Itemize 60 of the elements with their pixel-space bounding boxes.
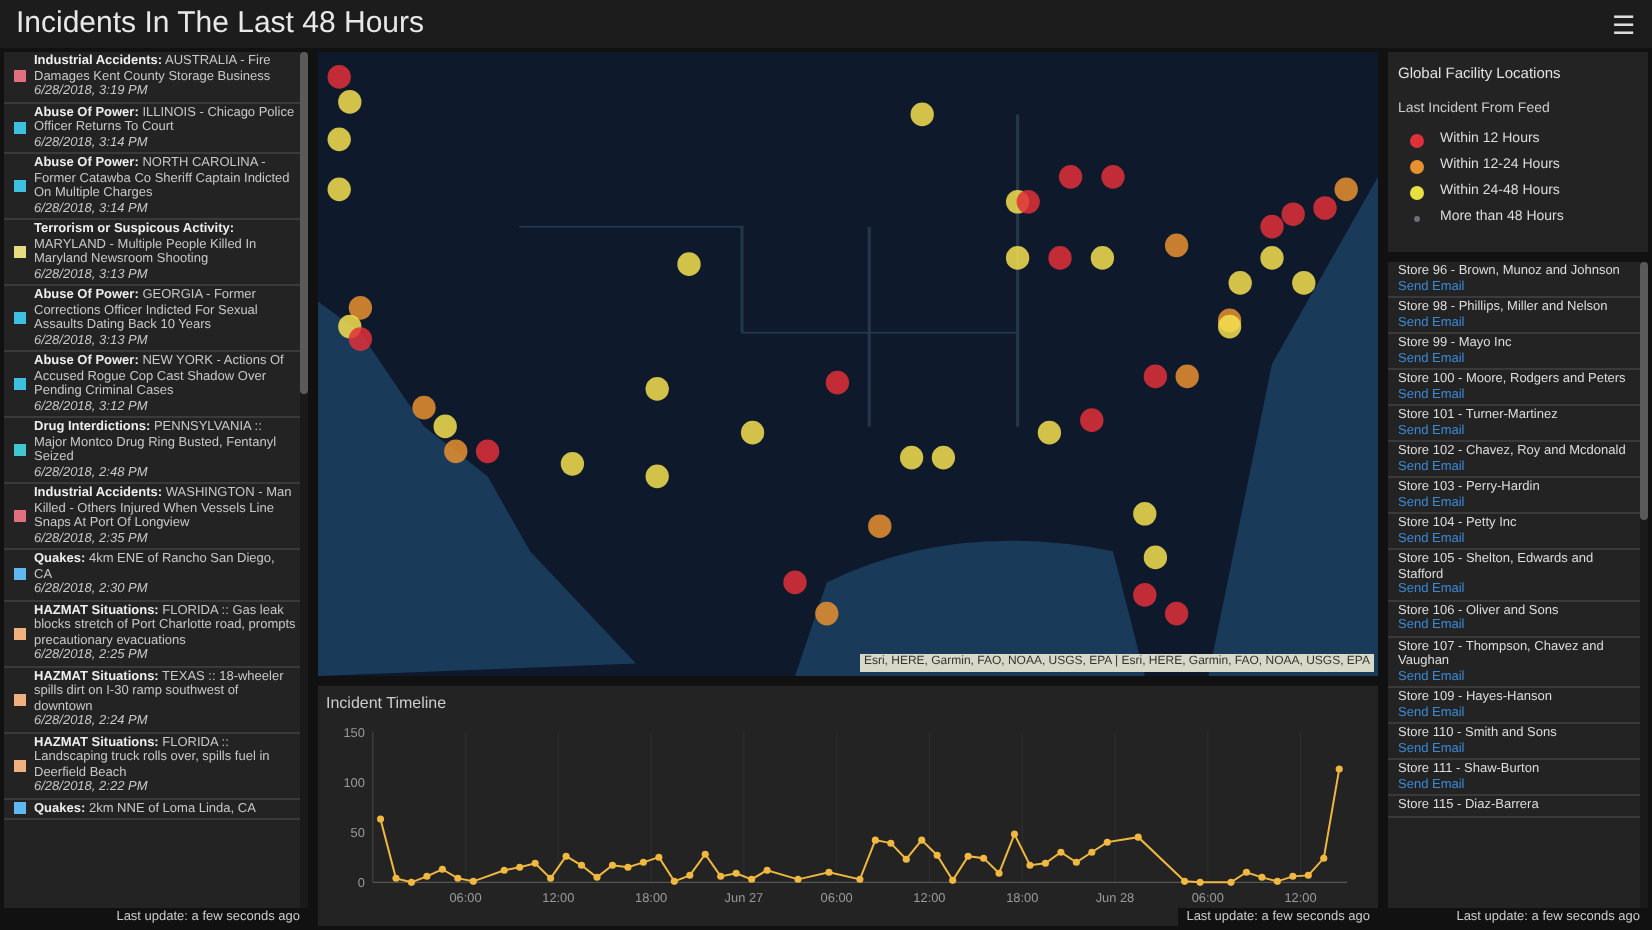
data-point bbox=[608, 861, 617, 869]
data-point bbox=[918, 836, 926, 844]
menu-button[interactable]: ☰ bbox=[1612, 11, 1636, 37]
data-point bbox=[794, 875, 802, 883]
timeline-title: Incident Timeline bbox=[326, 692, 449, 716]
data-point bbox=[531, 859, 539, 867]
data-point bbox=[376, 815, 385, 823]
data-point bbox=[1088, 848, 1096, 856]
data-point bbox=[1304, 871, 1312, 879]
data-point bbox=[407, 878, 415, 886]
data-point bbox=[763, 866, 771, 874]
data-point bbox=[825, 868, 833, 876]
data-point bbox=[1010, 830, 1019, 838]
data-point bbox=[1273, 877, 1281, 885]
data-point bbox=[593, 873, 601, 881]
data-point bbox=[701, 850, 709, 858]
data-point bbox=[500, 866, 508, 874]
data-point bbox=[1196, 878, 1204, 886]
data-point bbox=[686, 871, 694, 879]
data-point bbox=[949, 876, 957, 884]
data-point bbox=[392, 874, 400, 882]
data-point bbox=[1320, 854, 1328, 862]
data-point bbox=[1072, 858, 1080, 866]
data-point bbox=[1335, 765, 1343, 773]
data-point bbox=[578, 861, 586, 869]
data-point bbox=[717, 872, 725, 880]
data-point bbox=[516, 863, 524, 871]
page-title: Incidents In The Last 48 Hours bbox=[16, 3, 425, 44]
data-point bbox=[964, 852, 972, 860]
data-point bbox=[1134, 833, 1142, 841]
data-point bbox=[732, 869, 740, 877]
data-point bbox=[469, 877, 477, 885]
data-point bbox=[423, 872, 431, 880]
data-point bbox=[1181, 877, 1189, 885]
data-point bbox=[1242, 868, 1250, 876]
data-point bbox=[624, 863, 632, 871]
data-point bbox=[1041, 859, 1049, 867]
data-point bbox=[655, 853, 663, 861]
data-point bbox=[1258, 873, 1266, 881]
data-point bbox=[670, 877, 678, 885]
data-point bbox=[562, 852, 570, 860]
data-point bbox=[902, 855, 910, 863]
data-point bbox=[933, 851, 941, 859]
data-point bbox=[1227, 878, 1235, 886]
data-point bbox=[547, 874, 555, 882]
data-point bbox=[887, 839, 895, 847]
data-point bbox=[438, 865, 446, 873]
data-point bbox=[995, 869, 1003, 877]
scrollbar[interactable] bbox=[300, 52, 308, 908]
data-point bbox=[856, 875, 864, 883]
data-point bbox=[1289, 872, 1297, 880]
data-point bbox=[1057, 848, 1065, 856]
data-point bbox=[639, 858, 647, 866]
scrollbar[interactable] bbox=[1640, 262, 1648, 908]
data-point bbox=[454, 874, 462, 882]
data-point bbox=[980, 854, 988, 862]
data-point bbox=[871, 836, 879, 844]
data-point bbox=[748, 875, 756, 883]
data-point bbox=[1026, 861, 1034, 869]
data-point bbox=[1103, 838, 1111, 846]
